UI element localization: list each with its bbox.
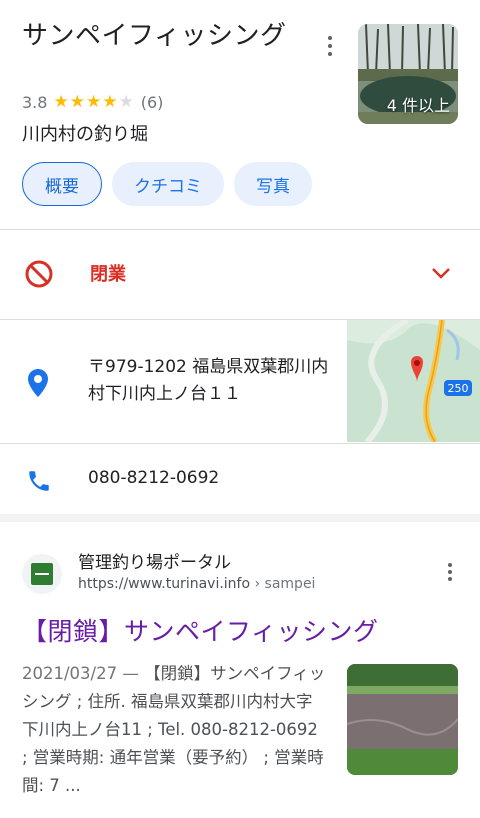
result-url[interactable]: https://www.turinavi.info › sampei — [78, 576, 315, 592]
result-more-icon[interactable] — [440, 560, 460, 584]
result-title-link[interactable]: 【閉鎖】サンペイフィッシング — [22, 612, 379, 648]
result-url-breadcrumb: › sampei — [250, 576, 316, 592]
tab-overview[interactable]: 概要 — [22, 162, 102, 206]
address-row[interactable]: 〒979-1202 福島県双葉郡川内村下川内上ノ台１１ 250 — [0, 320, 480, 442]
star-icon: ★ — [53, 92, 69, 112]
star-icon: ★ — [69, 92, 85, 112]
result-date: 2021/03/27 — — [22, 664, 145, 683]
search-result: 管理釣り場ポータル https://www.turinavi.info › sa… — [0, 524, 480, 818]
place-tabs: 概要 クチコミ 写真 — [22, 162, 312, 206]
more-options-icon[interactable] — [318, 32, 342, 60]
phone-icon — [29, 471, 49, 491]
place-header: サンペイフィッシング 4 件以上 3.8 ★ ★ ★ ★ ★ (6) 川内村の釣… — [0, 0, 480, 230]
phone-row[interactable]: 080-8212-0692 — [0, 444, 480, 514]
place-title: サンペイフィッシング — [22, 21, 287, 51]
star-rating: ★ ★ ★ ★ ★ — [53, 94, 134, 111]
rating-row[interactable]: 3.8 ★ ★ ★ ★ ★ (6) — [22, 93, 163, 112]
business-status-label: 閉業 — [90, 264, 126, 285]
section-separator — [0, 514, 480, 522]
place-category: 川内村の釣り堀 — [22, 124, 148, 145]
chevron-down-icon[interactable] — [430, 266, 452, 280]
result-thumbnail[interactable] — [347, 664, 458, 775]
closed-icon — [25, 260, 53, 288]
fishing-pond-photo — [347, 664, 458, 775]
result-snippet-text: 【閉鎖】サンペイフィッシング ; 住所. 福島県双葉郡川内村大字下川内上ノ台11… — [22, 664, 326, 795]
photo-count-label: 4 件以上 — [386, 96, 450, 115]
result-site-name[interactable]: 管理釣り場ポータル — [78, 548, 231, 573]
location-pin-icon — [28, 369, 48, 397]
result-snippet: 2021/03/27 — 【閉鎖】サンペイフィッシング ; 住所. 福島県双葉郡… — [22, 660, 327, 800]
business-status-row[interactable]: 閉業 — [0, 232, 480, 318]
tab-photos[interactable]: 写真 — [234, 162, 312, 206]
road-number-label: 250 — [447, 381, 469, 395]
phone-number: 080-8212-0692 — [88, 468, 220, 488]
divider — [0, 229, 480, 230]
star-icon: ★ — [85, 92, 102, 112]
star-icon: ★ — [118, 92, 134, 112]
tab-reviews[interactable]: クチコミ — [112, 162, 224, 206]
star-icon: ★ — [102, 92, 118, 112]
place-photo-thumbnail[interactable]: 4 件以上 — [358, 24, 458, 124]
rating-value: 3.8 — [22, 93, 48, 112]
result-url-domain: https://www.turinavi.info — [78, 576, 251, 592]
map-thumbnail[interactable]: 250 — [347, 320, 480, 442]
address-text: 〒979-1202 福島県双葉郡川内村下川内上ノ台１１ — [88, 357, 329, 404]
review-count: (6) — [140, 93, 164, 112]
site-favicon-icon — [22, 554, 62, 594]
